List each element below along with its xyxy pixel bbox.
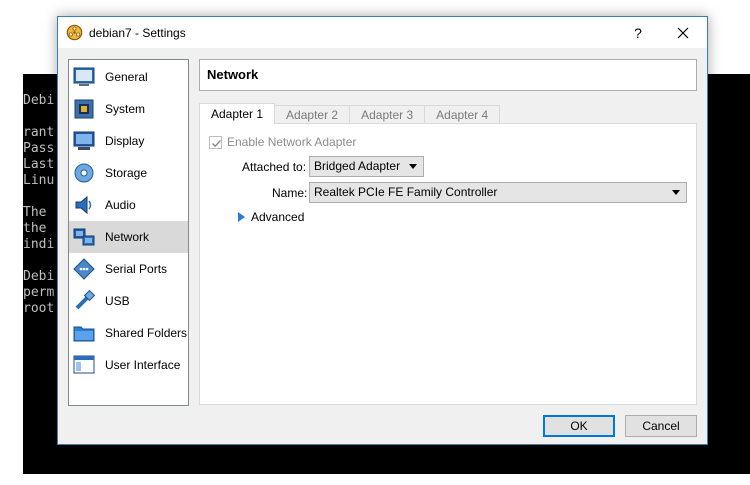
gear-icon	[66, 24, 83, 41]
name-select[interactable]: Realtek PCIe FE Family Controller	[309, 182, 687, 203]
sidebar-item-storage[interactable]: Storage	[69, 157, 188, 189]
sidebar-item-audio[interactable]: Audio	[69, 189, 188, 221]
sidebar-item-label: User Interface	[105, 358, 181, 372]
section-title: Network	[199, 59, 697, 91]
name-label: Name:	[272, 186, 308, 200]
sidebar-item-display[interactable]: Display	[69, 125, 188, 157]
advanced-expander[interactable]: Advanced	[238, 210, 304, 224]
window-icon	[73, 355, 95, 374]
window-title: debian7 - Settings	[89, 26, 186, 40]
sidebar-item-general[interactable]: General	[69, 61, 188, 93]
name-value: Realtek PCIe FE Family Controller	[314, 185, 498, 199]
sidebar-item-label: System	[105, 102, 146, 116]
tab-adapter-4[interactable]: Adapter 4	[424, 105, 501, 124]
sidebar-item-serial-ports[interactable]: Serial Ports	[69, 253, 188, 285]
sidebar-item-label: Audio	[105, 198, 136, 212]
enable-adapter-row[interactable]: Enable Network Adapter	[209, 135, 356, 149]
sidebar-item-label: Network	[105, 230, 150, 244]
title-bar[interactable]: debian7 - Settings ?	[58, 17, 707, 48]
sidebar-item-user-interface[interactable]: User Interface	[69, 349, 188, 381]
expand-arrow-icon	[238, 212, 245, 222]
usb-icon	[75, 290, 95, 310]
chevron-down-icon	[672, 190, 680, 195]
chevron-down-icon	[409, 164, 417, 169]
folder-icon	[73, 326, 95, 342]
speaker-icon	[75, 195, 92, 215]
attached-to-value: Bridged Adapter	[314, 159, 401, 173]
adapter-tabs: Adapter 1 Adapter 2 Adapter 3 Adapter 4	[199, 103, 501, 124]
general-icon	[73, 67, 95, 86]
checkmark-icon	[211, 139, 222, 147]
tab-adapter-1[interactable]: Adapter 1	[199, 103, 276, 124]
attached-to-select[interactable]: Bridged Adapter	[309, 156, 424, 177]
tab-adapter-3[interactable]: Adapter 3	[349, 105, 426, 124]
sidebar-item-label: Serial Ports	[105, 262, 168, 276]
network-icon	[73, 228, 95, 246]
tab-adapter-2[interactable]: Adapter 2	[274, 105, 351, 124]
settings-sidebar: General System Display Storage Audio Net…	[68, 59, 189, 406]
serial-port-icon	[73, 258, 95, 280]
sidebar-item-label: Storage	[105, 166, 148, 180]
monitor-icon	[73, 131, 95, 150]
sidebar-item-label: General	[105, 70, 148, 84]
sidebar-item-shared-folders[interactable]: Shared Folders	[69, 317, 188, 349]
close-icon[interactable]	[668, 21, 698, 45]
sidebar-item-network[interactable]: Network	[69, 221, 188, 253]
sidebar-item-label: USB	[105, 294, 130, 308]
adapter-tab-pane: Enable Network Adapter Attached to: Brid…	[199, 123, 697, 405]
sidebar-item-system[interactable]: System	[69, 93, 188, 125]
cancel-button[interactable]: Cancel	[625, 415, 697, 437]
advanced-label: Advanced	[251, 210, 305, 224]
enable-adapter-label: Enable Network Adapter	[227, 135, 357, 149]
sidebar-item-usb[interactable]: USB	[69, 285, 188, 317]
attached-to-label: Attached to:	[242, 160, 307, 174]
enable-adapter-checkbox[interactable]	[209, 135, 222, 149]
chip-icon	[74, 99, 94, 119]
help-button[interactable]: ?	[626, 22, 650, 44]
sidebar-item-label: Display	[105, 134, 145, 148]
ok-button[interactable]: OK	[543, 415, 615, 437]
sidebar-item-label: Shared Folders	[105, 326, 188, 340]
settings-dialog: debian7 - Settings ? General System Disp…	[57, 16, 708, 445]
disk-icon	[74, 163, 94, 183]
